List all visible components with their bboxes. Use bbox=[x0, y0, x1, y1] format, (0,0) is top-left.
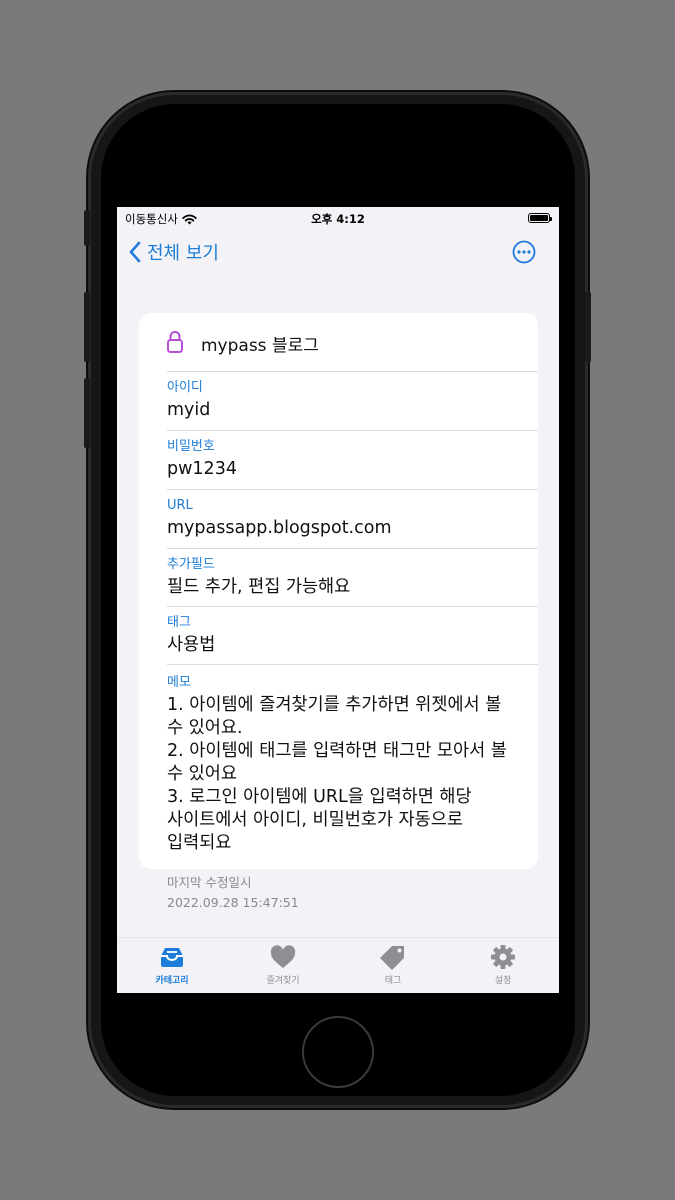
modified-value: 2022.09.28 15:47:51 bbox=[167, 895, 299, 910]
tab-label: 카테고리 bbox=[155, 976, 189, 986]
divider bbox=[167, 548, 538, 549]
tab-bar: 카테고리 즐겨찾기 태그 설정 bbox=[117, 937, 559, 993]
field-label: URL bbox=[167, 498, 193, 513]
tray-icon bbox=[161, 948, 183, 967]
field-memo[interactable]: 메모 1. 아이템에 즐겨찾기를 추가하면 위젯에서 볼 수 있어요. 2. 아… bbox=[167, 674, 526, 855]
field-password[interactable]: 비밀번호 pw1234 bbox=[167, 438, 526, 481]
back-button[interactable]: 전체 보기 bbox=[129, 239, 219, 265]
memo-label: 메모 bbox=[167, 675, 191, 690]
field-label: 아이디 bbox=[167, 380, 203, 395]
app-screen: 이동통신사 오후 4:12 전체 보기 mypass 블로그 아이디 myid … bbox=[117, 207, 559, 993]
field-label: 태그 bbox=[167, 615, 191, 630]
field-extra[interactable]: 추가필드 필드 추가, 편집 가능해요 bbox=[167, 556, 526, 599]
field-label: 추가필드 bbox=[167, 557, 215, 572]
gear-icon bbox=[491, 945, 515, 969]
tag-icon bbox=[380, 946, 404, 970]
tab-category[interactable]: 카테고리 bbox=[132, 944, 212, 986]
tab-tags[interactable]: 태그 bbox=[353, 944, 433, 986]
battery-icon bbox=[528, 213, 552, 223]
field-value: 사용법 bbox=[167, 635, 216, 655]
field-value: mypassapp.blogspot.com bbox=[167, 518, 392, 538]
modified-label: 마지막 수정일시 bbox=[167, 875, 252, 890]
divider bbox=[167, 664, 538, 665]
heart-icon bbox=[270, 945, 296, 968]
mute-switch bbox=[84, 210, 90, 246]
tab-label: 설정 bbox=[494, 976, 512, 986]
tab-label: 태그 bbox=[384, 976, 402, 986]
tab-settings[interactable]: 설정 bbox=[463, 944, 543, 986]
field-value: myid bbox=[167, 400, 211, 420]
item-detail-card: mypass 블로그 아이디 myid 비밀번호 pw1234 URL mypa… bbox=[139, 313, 538, 869]
chevron-left-icon bbox=[129, 241, 141, 263]
home-button[interactable] bbox=[302, 1016, 374, 1088]
divider bbox=[167, 606, 538, 607]
divider bbox=[167, 371, 538, 372]
back-button-label: 전체 보기 bbox=[147, 243, 219, 264]
tab-label: 즐겨찾기 bbox=[266, 976, 300, 986]
memo-value: 1. 아이템에 즐겨찾기를 추가하면 위젯에서 볼 수 있어요. 2. 아이템에… bbox=[167, 695, 507, 853]
volume-up-button bbox=[84, 292, 90, 362]
modified-info: 마지막 수정일시 2022.09.28 15:47:51 bbox=[167, 873, 299, 913]
power-button bbox=[585, 292, 591, 362]
divider bbox=[167, 489, 538, 490]
tab-favorites[interactable]: 즐겨찾기 bbox=[243, 944, 323, 986]
divider bbox=[167, 430, 538, 431]
field-url[interactable]: URL mypassapp.blogspot.com bbox=[167, 497, 526, 540]
status-time: 오후 4:12 bbox=[311, 212, 365, 226]
item-title: mypass 블로그 bbox=[201, 336, 319, 356]
volume-down-button bbox=[84, 378, 90, 448]
field-value: 필드 추가, 편집 가능해요 bbox=[167, 577, 351, 597]
status-bar: 이동통신사 오후 4:12 bbox=[117, 207, 559, 229]
more-button[interactable] bbox=[512, 240, 536, 264]
battery-level bbox=[530, 215, 548, 221]
ellipsis-circle-icon bbox=[512, 240, 536, 264]
field-value: pw1234 bbox=[167, 459, 237, 479]
field-label: 비밀번호 bbox=[167, 439, 215, 454]
lock-icon bbox=[167, 331, 183, 353]
field-tag[interactable]: 태그 사용법 bbox=[167, 614, 526, 657]
field-id[interactable]: 아이디 myid bbox=[167, 379, 526, 422]
